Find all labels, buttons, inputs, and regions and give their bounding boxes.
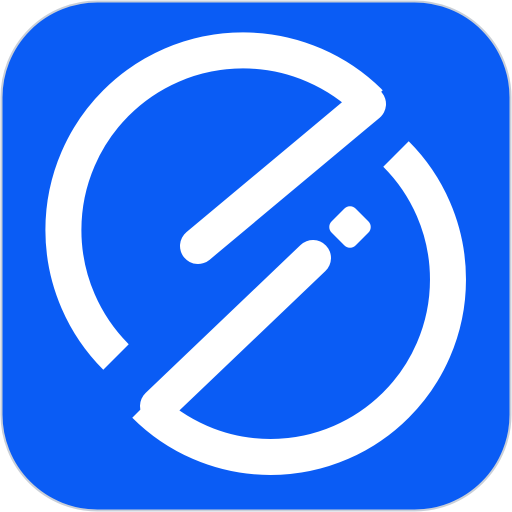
app-logo-icon: [0, 0, 512, 512]
icon-canvas: [0, 0, 512, 512]
